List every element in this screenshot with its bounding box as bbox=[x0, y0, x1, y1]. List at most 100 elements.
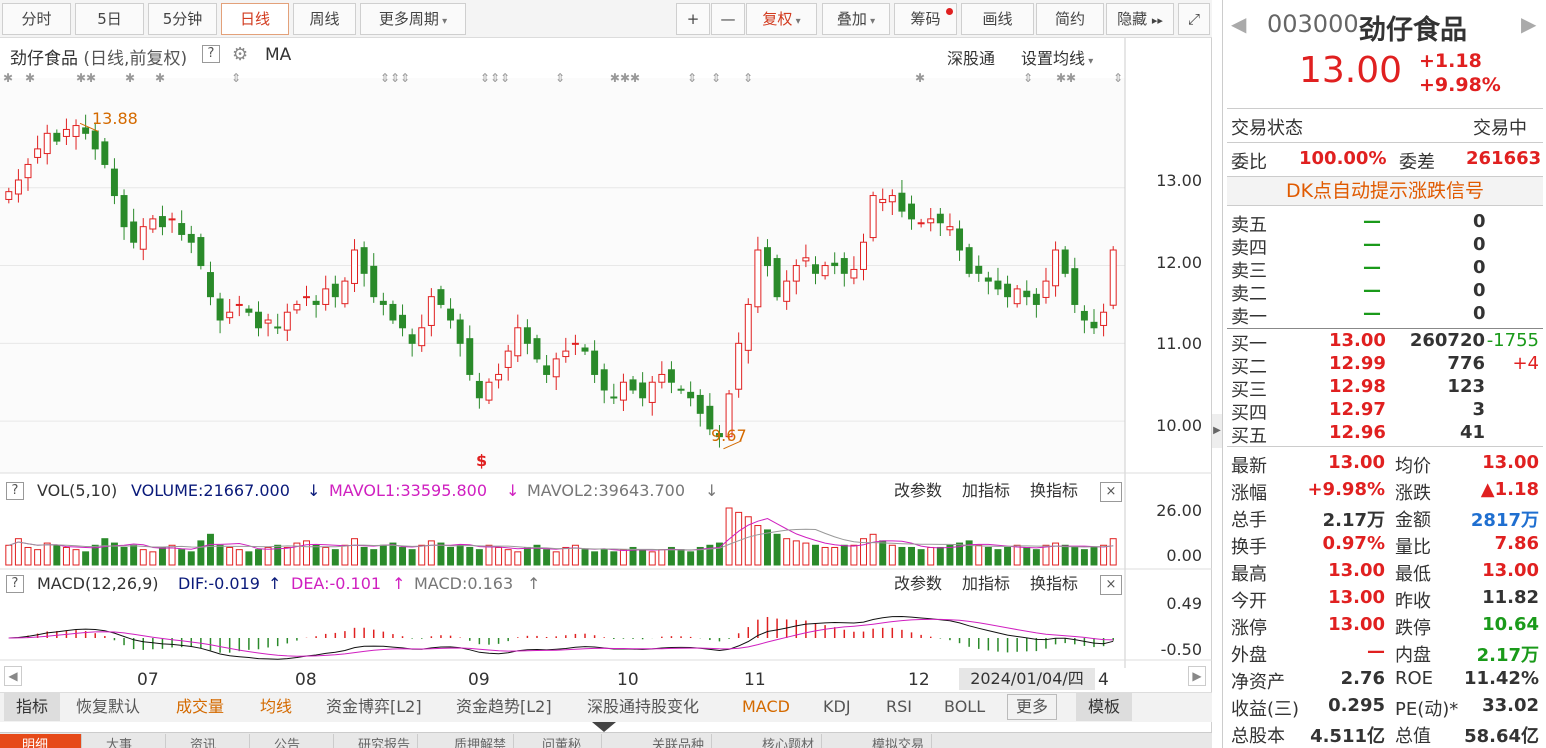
volume-bar bbox=[447, 546, 455, 566]
tab-ask-secretary[interactable]: 问董秘 bbox=[520, 734, 602, 748]
indicator-button[interactable]: 指标 bbox=[4, 693, 61, 721]
prev-stock-icon[interactable]: ◀ bbox=[1231, 12, 1246, 36]
hide-button[interactable]: 隐藏 ▸▸ bbox=[1106, 3, 1174, 35]
candle bbox=[1071, 268, 1079, 305]
fund-trend-button[interactable]: 资金趋势[L2] bbox=[456, 693, 552, 721]
macd-add-indicator-button[interactable]: 加指标 bbox=[962, 570, 1010, 598]
tab-research[interactable]: 研究报告 bbox=[336, 734, 418, 748]
bid-volume: 3 bbox=[1472, 399, 1485, 420]
tab-pledge[interactable]: 质押解禁 bbox=[432, 734, 514, 748]
bid-volume: 41 bbox=[1459, 422, 1485, 443]
scroll-left-icon[interactable]: ◀ bbox=[4, 666, 22, 686]
restore-default-button[interactable]: 恢复默认 bbox=[76, 693, 140, 721]
volume-bar bbox=[120, 546, 128, 566]
volume-button[interactable]: 成交量 bbox=[176, 693, 224, 721]
panel-toggle-icon[interactable]: ▶ bbox=[1212, 414, 1222, 448]
candle bbox=[187, 233, 195, 243]
volume-bar bbox=[619, 549, 627, 566]
collapse-arrow-icon[interactable] bbox=[592, 722, 616, 732]
ask-price: — bbox=[1363, 303, 1381, 324]
tab-news[interactable]: 资讯 bbox=[168, 734, 250, 748]
sgt-holding-button[interactable]: 深股通持股变化 bbox=[587, 693, 699, 721]
template-button[interactable]: 模板 bbox=[1076, 693, 1133, 721]
candle bbox=[917, 222, 925, 225]
macd-switch-indicator-button[interactable]: 换指标 bbox=[1030, 570, 1078, 598]
macd-close-icon[interactable]: × bbox=[1100, 575, 1122, 595]
tab-intraday[interactable]: 分时 bbox=[2, 3, 71, 35]
vol-axis-label: 0.00 bbox=[1166, 546, 1202, 565]
fund-game-button[interactable]: 资金博弈[L2] bbox=[326, 693, 422, 721]
stat-label: 总值 bbox=[1395, 726, 1431, 747]
tab-more-periods[interactable]: 更多周期 bbox=[360, 3, 466, 35]
fullscreen-icon[interactable]: ⤢ bbox=[1178, 3, 1210, 35]
boll-button[interactable]: BOLL bbox=[944, 693, 985, 721]
overlay-button[interactable]: 叠加 bbox=[822, 3, 890, 35]
candle bbox=[216, 298, 224, 321]
zoom-out-button[interactable]: — bbox=[711, 3, 745, 35]
tab-announcements[interactable]: 公告 bbox=[252, 734, 334, 748]
candle bbox=[619, 381, 627, 401]
chips-button[interactable]: 筹码 bbox=[894, 3, 957, 35]
more-button[interactable]: 更多 bbox=[1007, 694, 1058, 720]
next-stock-icon[interactable]: ▶ bbox=[1521, 12, 1536, 36]
tab-related[interactable]: 关联品种 bbox=[630, 734, 712, 748]
vol-add-indicator-button[interactable]: 加指标 bbox=[962, 477, 1010, 505]
tab-sim-trade[interactable]: 模拟交易 bbox=[850, 734, 932, 748]
tab-detail[interactable]: 明细 bbox=[0, 734, 82, 748]
vol-help-button[interactable]: ? bbox=[6, 482, 24, 500]
candle bbox=[648, 381, 656, 403]
vol-switch-indicator-button[interactable]: 换指标 bbox=[1030, 477, 1078, 505]
candle bbox=[101, 141, 109, 165]
candle bbox=[860, 241, 867, 270]
bid-price: 12.99 bbox=[1329, 353, 1386, 374]
candle bbox=[1052, 249, 1060, 287]
stat-value: 2817万 bbox=[1470, 510, 1539, 531]
volume-bar bbox=[255, 549, 262, 566]
vol-modify-params-button[interactable]: 改参数 bbox=[894, 477, 942, 505]
rsi-button[interactable]: RSI bbox=[886, 693, 912, 721]
macd-button[interactable]: MACD bbox=[742, 693, 790, 721]
price-area-bg bbox=[0, 78, 1125, 473]
dk-signal-link[interactable]: DK点自动提示涨跌信号 bbox=[1227, 176, 1543, 206]
tab-themes[interactable]: 核心题材 bbox=[740, 734, 822, 748]
candle bbox=[677, 388, 685, 391]
price-change: +1.18 bbox=[1419, 50, 1482, 72]
candle bbox=[523, 327, 531, 344]
adjust-button[interactable]: 复权 bbox=[746, 3, 817, 35]
ask-label: 卖一 bbox=[1231, 307, 1267, 328]
ma-button[interactable]: 均线 bbox=[260, 693, 292, 721]
volume-bar bbox=[658, 549, 666, 566]
event-marker-icon: ✱ bbox=[915, 71, 925, 85]
dea-value: DEA:-0.101 bbox=[291, 574, 382, 593]
volume-bar bbox=[43, 542, 51, 566]
candle bbox=[235, 303, 243, 306]
scroll-right-icon[interactable]: ▶ bbox=[1188, 666, 1206, 686]
volume-bar bbox=[264, 546, 272, 566]
vol-close-icon[interactable]: × bbox=[1100, 482, 1122, 502]
tab-5day[interactable]: 5日 bbox=[75, 3, 144, 35]
kdj-button[interactable]: KDJ bbox=[823, 693, 851, 721]
volume-bar bbox=[831, 546, 839, 566]
tab-weekly[interactable]: 周线 bbox=[293, 3, 356, 35]
stat-value: 2.17万 bbox=[1476, 645, 1539, 666]
volume-bar bbox=[197, 540, 205, 566]
simple-button[interactable]: 简约 bbox=[1036, 3, 1104, 35]
stat-label: ROE bbox=[1395, 668, 1434, 689]
tab-events[interactable]: 大事 bbox=[84, 734, 166, 748]
zoom-in-button[interactable]: + bbox=[676, 3, 710, 35]
x-axis-label: 09 bbox=[468, 670, 490, 690]
stat-label: 外盘 bbox=[1231, 645, 1267, 666]
volume-bar bbox=[888, 544, 896, 566]
draw-button[interactable]: 画线 bbox=[961, 3, 1034, 35]
ask-volume: 0 bbox=[1473, 211, 1486, 232]
event-marker-icon: ✱ bbox=[25, 71, 35, 85]
tab-5min[interactable]: 5分钟 bbox=[148, 3, 217, 35]
dividend-marker-icon[interactable]: $ bbox=[476, 451, 487, 470]
candle bbox=[72, 125, 80, 137]
candle bbox=[389, 303, 397, 321]
macd-modify-params-button[interactable]: 改参数 bbox=[894, 570, 942, 598]
tab-daily[interactable]: 日线 bbox=[221, 3, 289, 35]
candle bbox=[956, 228, 964, 251]
macd-help-button[interactable]: ? bbox=[6, 575, 24, 593]
candle bbox=[1080, 310, 1088, 321]
